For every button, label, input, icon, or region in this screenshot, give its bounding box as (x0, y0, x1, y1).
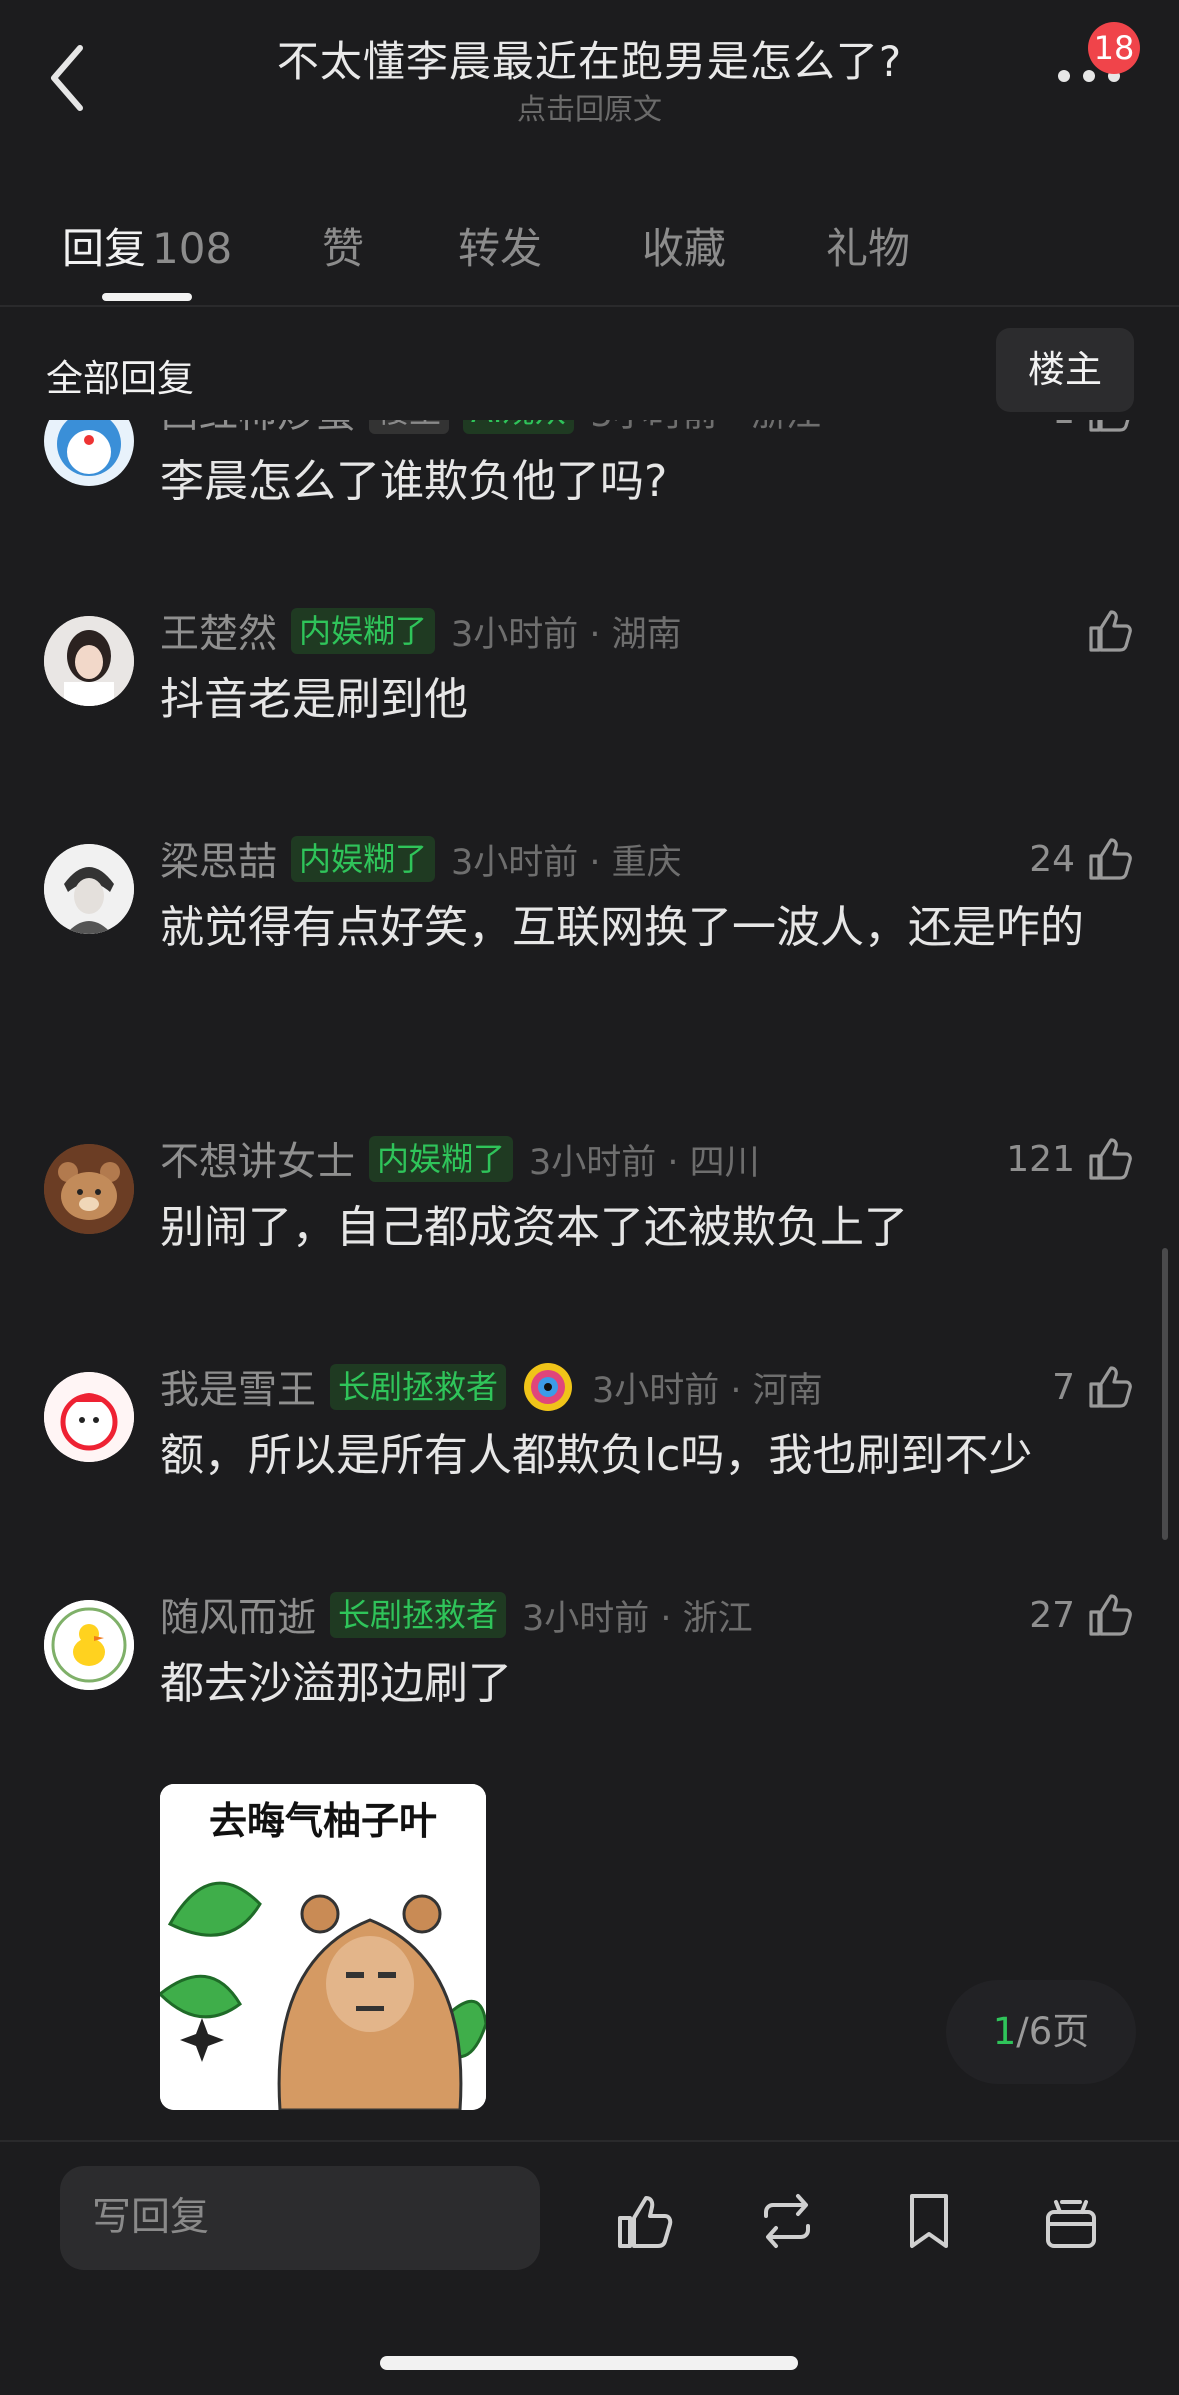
page-indicator[interactable]: 1/6页 (946, 1980, 1136, 2084)
comment-time: 3小时前 · 重庆 (451, 842, 682, 883)
comment-text: 别闹了，自己都成资本了还被欺负上了 (160, 1202, 908, 1253)
user-tag: 长剧拯救者 (330, 1364, 507, 1410)
comment-text: 抖音老是刷到他 (160, 674, 468, 725)
like-count: 1 (1052, 420, 1075, 432)
total-pages: /6页 (1016, 2010, 1090, 2053)
avatar[interactable] (44, 1372, 134, 1462)
all-replies-label[interactable]: 全部回复 (46, 348, 194, 402)
user-tag: AI观众 (463, 420, 575, 434)
comment-meta: 王楚然 内娱糊了 3小时前 · 湖南 (160, 603, 682, 659)
like-group[interactable]: 27 (1029, 1588, 1135, 1642)
avatar[interactable] (44, 420, 134, 486)
comment-text: 都去沙溢那边刷了 (160, 1658, 512, 1709)
tab-bar: 回复 108 赞 转发 收藏 礼物 (0, 195, 1179, 307)
avatar[interactable] (44, 844, 134, 934)
like-group[interactable] (1075, 604, 1135, 658)
comment-text: 就觉得有点好笑，互联网换了一波人，还是咋的 (160, 902, 1084, 953)
comment-meta: 我是雪王 长剧拯救者 3小时前 · 河南 (160, 1359, 823, 1415)
username[interactable]: 西红柿炒蛋 (160, 420, 355, 439)
user-tag: 长剧拯救者 (330, 1592, 507, 1638)
bookmark-icon[interactable] (898, 2190, 960, 2252)
post-title[interactable]: 不太懂李晨最近在跑男是怎么了? (0, 28, 1179, 89)
like-group[interactable]: 121 (1006, 1132, 1135, 1186)
username[interactable]: 我是雪王 (160, 1359, 316, 1415)
thumb-up-icon[interactable] (1085, 1590, 1135, 1640)
tab-replies-label: 回复 (62, 224, 147, 273)
owner-tag: 楼主 (369, 420, 450, 434)
like-count: 121 (1006, 1138, 1075, 1180)
tab-favorites[interactable]: 收藏 (642, 215, 726, 276)
username[interactable]: 随风而逝 (160, 1587, 316, 1643)
scrollbar[interactable] (1162, 1248, 1168, 1540)
user-tag: 内娱糊了 (369, 1136, 514, 1182)
active-tab-indicator (102, 293, 192, 301)
tab-replies[interactable]: 回复 108 (62, 215, 232, 276)
comment-time: 3小时前 · 浙江 (522, 1598, 753, 1639)
comment-meta: 梁思喆 内娱糊了 3小时前 · 重庆 (160, 831, 682, 887)
sticker-image[interactable]: 去晦气柚子叶 (160, 1784, 486, 2110)
thumb-up-icon[interactable] (1085, 606, 1135, 656)
home-indicator[interactable] (380, 2356, 798, 2370)
thumb-up-icon[interactable] (614, 2190, 676, 2252)
owner-only-button[interactable]: 楼主 (996, 328, 1134, 412)
user-tag: 内娱糊了 (291, 608, 436, 654)
medal-icon (524, 1363, 573, 1411)
comment-meta: 西红柿炒蛋 楼主 AI观众 3小时前 · 浙江 (160, 420, 821, 439)
notification-badge: 18 (1088, 22, 1140, 74)
reply-input[interactable]: 写回复 (60, 2166, 540, 2270)
comment-time: 3小时前 · 河南 (592, 1370, 823, 1411)
username[interactable]: 梁思喆 (160, 831, 277, 887)
like-group[interactable]: 24 (1029, 832, 1135, 886)
comment-meta: 随风而逝 长剧拯救者 3小时前 · 浙江 (160, 1587, 753, 1643)
gift-icon[interactable] (1040, 2190, 1102, 2252)
thumb-up-icon[interactable] (1085, 1134, 1135, 1184)
back-to-post-link[interactable]: 点击回原文 (0, 86, 1179, 128)
user-tag: 内娱糊了 (291, 836, 436, 882)
username[interactable]: 不想讲女士 (160, 1131, 355, 1187)
tab-reposts[interactable]: 转发 (458, 215, 542, 276)
comment-time: 3小时前 · 湖南 (451, 614, 682, 655)
current-page: 1 (992, 2010, 1017, 2053)
thumb-up-icon[interactable] (1085, 1362, 1135, 1412)
like-group[interactable]: 7 (1052, 1360, 1135, 1414)
avatar[interactable] (44, 1144, 134, 1234)
sticker-caption: 去晦气柚子叶 (209, 1799, 437, 1843)
top-bar: 不太懂李晨最近在跑男是怎么了? 点击回原文 18 (0, 0, 1179, 140)
comment-list[interactable]: 西红柿炒蛋 楼主 AI观众 3小时前 · 浙江 1 李晨怎么了谁欺负他了吗? 王… (0, 420, 1179, 2140)
filter-row: 全部回复 楼主 (0, 320, 1179, 420)
repost-icon[interactable] (756, 2190, 818, 2252)
tab-likes[interactable]: 赞 (322, 215, 364, 276)
bottom-bar: 写回复 (0, 2140, 1179, 2395)
comment-meta: 不想讲女士 内娱糊了 3小时前 · 四川 (160, 1131, 760, 1187)
thumb-up-icon[interactable] (1085, 834, 1135, 884)
comment-time: 3小时前 · 浙江 (590, 420, 821, 437)
avatar[interactable] (44, 1600, 134, 1690)
thumb-up-icon[interactable] (1085, 420, 1135, 436)
username[interactable]: 王楚然 (160, 603, 277, 659)
like-count: 27 (1029, 1594, 1075, 1636)
comment-text: 额，所以是所有人都欺负lc吗，我也刷到不少 (160, 1430, 1033, 1481)
tab-replies-count: 108 (152, 224, 233, 273)
tab-gifts[interactable]: 礼物 (826, 215, 910, 276)
like-count: 24 (1029, 838, 1075, 880)
comment-time: 3小时前 · 四川 (529, 1142, 760, 1183)
comment-text: 李晨怎么了谁欺负他了吗? (160, 456, 668, 507)
like-count: 7 (1052, 1366, 1075, 1408)
bear-sticker-graphic: 去晦气柚子叶 (160, 1784, 486, 2110)
like-group[interactable]: 1 (1052, 420, 1135, 438)
avatar[interactable] (44, 616, 134, 706)
